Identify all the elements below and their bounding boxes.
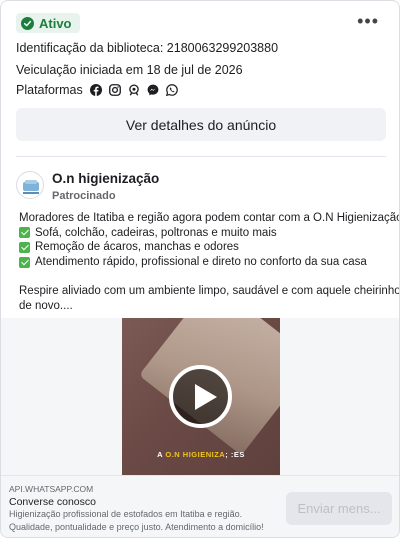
body-intro: Moradores de Itatiba e região agora pode… xyxy=(19,212,400,224)
link-title: Converse conosco xyxy=(9,496,96,508)
platforms-label: Plataformas xyxy=(16,83,83,97)
checkbox-icon xyxy=(19,256,30,268)
body-outro-line: de novo.... xyxy=(19,299,73,312)
whatsapp-icon xyxy=(165,84,178,96)
checkbox-icon xyxy=(19,241,30,253)
bullet-text: Sofá, colchão, cadeiras, poltronas e mui… xyxy=(35,226,277,239)
play-icon[interactable] xyxy=(169,365,232,428)
more-options-icon[interactable]: ••• xyxy=(357,11,379,31)
ad-card: Ativo ••• Identificação da biblioteca: 2… xyxy=(0,0,400,538)
sponsored-label: Patrocinado xyxy=(52,190,116,202)
bullet-text: Atendimento rápido, profissional e diret… xyxy=(35,255,367,268)
ad-details-button[interactable]: Ver detalhes do anúncio xyxy=(16,108,386,141)
status-label: Ativo xyxy=(39,15,72,31)
link-domain: API.WHATSAPP.COM xyxy=(9,484,94,494)
bullet-text: Remoção de ácaros, manchas e odores xyxy=(35,241,239,254)
library-id: Identificação da biblioteca: 21800632992… xyxy=(16,41,279,55)
delivery-start-date: Veiculação iniciada em 18 de jul de 2026 xyxy=(16,63,243,77)
link-description: Higienização profissional de estofados e… xyxy=(9,509,264,532)
advertiser-name[interactable]: O.n higienização xyxy=(52,171,159,186)
status-row: Ativo xyxy=(16,13,80,33)
ad-video[interactable]: A O.N HIGIENIZA; :ES xyxy=(122,318,280,475)
check-circle-icon xyxy=(21,16,34,30)
messenger-icon xyxy=(147,84,159,96)
body-outro-line: Respire aliviado com um ambiente limpo, … xyxy=(19,284,400,297)
platforms-row: Plataformas xyxy=(16,83,178,97)
send-message-button[interactable]: Enviar mens... xyxy=(286,492,392,525)
facebook-icon xyxy=(89,84,102,96)
audience-network-icon xyxy=(128,84,139,96)
ad-footer[interactable]: API.WHATSAPP.COM Converse conosco Higien… xyxy=(1,475,399,537)
instagram-icon xyxy=(108,84,121,96)
advertiser-avatar[interactable] xyxy=(16,171,44,199)
body-bullet: Remoção de ácaros, manchas e odores xyxy=(19,240,389,255)
body-bullet: Atendimento rápido, profissional e diret… xyxy=(19,255,389,270)
video-caption: A O.N HIGIENIZA; :ES xyxy=(157,450,245,459)
divider xyxy=(16,156,386,157)
body-bullet: Sofá, colchão, cadeiras, poltronas e mui… xyxy=(19,226,389,241)
status-badge: Ativo xyxy=(16,13,80,33)
checkbox-icon xyxy=(19,227,30,239)
ad-body-text: Moradores de Itatiba e região agora pode… xyxy=(19,211,400,313)
advertiser-logo xyxy=(23,180,39,194)
ad-media: A O.N HIGIENIZA; :ES xyxy=(1,318,399,475)
